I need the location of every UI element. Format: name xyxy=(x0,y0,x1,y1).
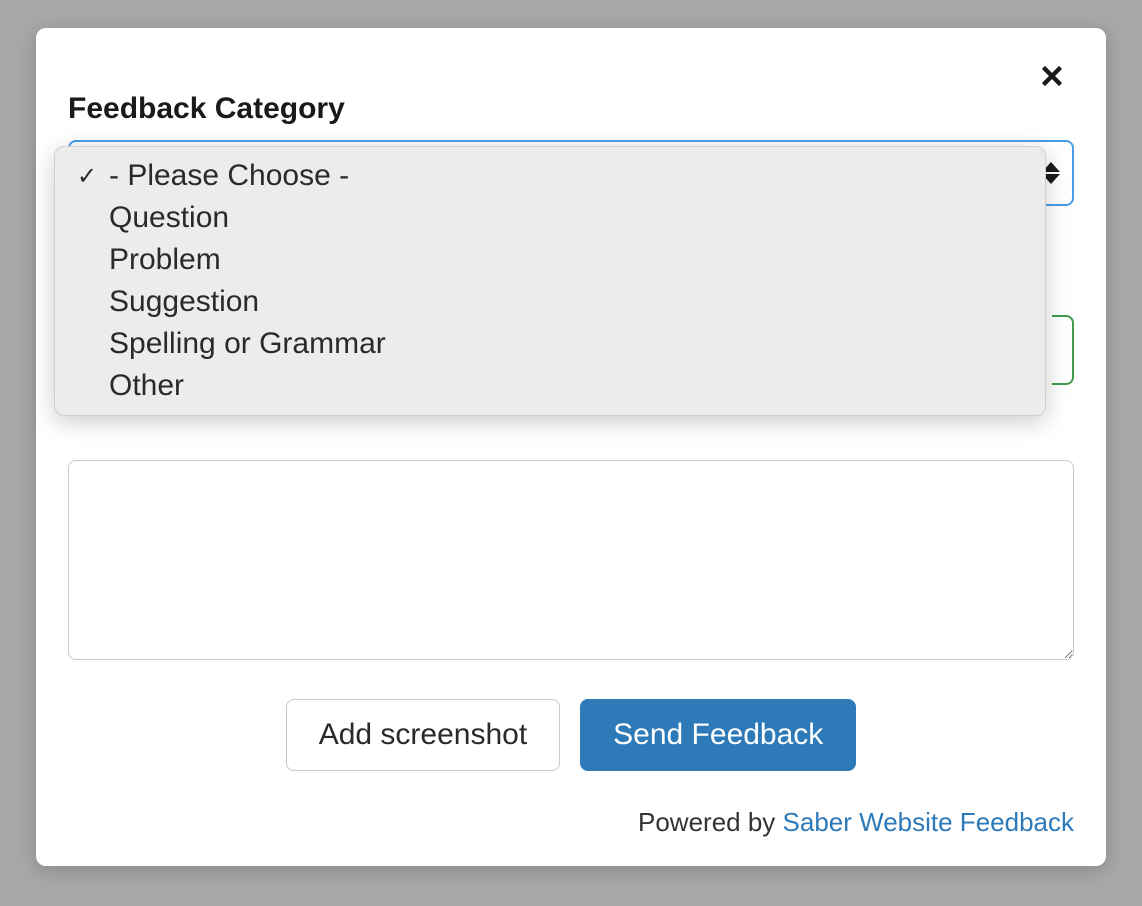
checkmark-icon: ✓ xyxy=(77,162,109,191)
category-dropdown: ✓ - Please Choose - Question Problem Sug… xyxy=(54,146,1046,416)
dropdown-option-label: - Please Choose - xyxy=(109,159,1025,193)
dropdown-option-label: Suggestion xyxy=(109,285,1025,319)
dropdown-option-problem[interactable]: Problem xyxy=(55,239,1045,281)
dropdown-option-label: Other xyxy=(109,369,1025,403)
dropdown-option-suggestion[interactable]: Suggestion xyxy=(55,281,1045,323)
category-label: Feedback Category xyxy=(68,92,1074,126)
close-button[interactable] xyxy=(1032,56,1072,96)
button-row: Add screenshot Send Feedback xyxy=(68,699,1074,771)
send-feedback-button[interactable]: Send Feedback xyxy=(580,699,856,771)
message-textarea[interactable] xyxy=(68,460,1074,660)
close-icon xyxy=(1037,61,1067,91)
message-wrapper xyxy=(68,460,1074,665)
dropdown-option-label: Question xyxy=(109,201,1025,235)
category-select-wrapper: ✓ - Please Choose - Question Problem Sug… xyxy=(68,140,1074,206)
dropdown-option-label: Spelling or Grammar xyxy=(109,327,1025,361)
saber-feedback-link[interactable]: Saber Website Feedback xyxy=(783,807,1074,837)
dropdown-option-question[interactable]: Question xyxy=(55,197,1045,239)
dropdown-option-label: Problem xyxy=(109,243,1025,277)
email-field-edge xyxy=(1052,315,1074,385)
feedback-modal: Feedback Category ✓ - Please Choose - Qu… xyxy=(36,28,1106,866)
dropdown-option-please-choose[interactable]: ✓ - Please Choose - xyxy=(55,155,1045,197)
dropdown-option-spelling[interactable]: Spelling or Grammar xyxy=(55,323,1045,365)
add-screenshot-button[interactable]: Add screenshot xyxy=(286,699,560,771)
powered-by-text: Powered by xyxy=(638,807,783,837)
footer: Powered by Saber Website Feedback xyxy=(68,807,1074,838)
dropdown-option-other[interactable]: Other xyxy=(55,365,1045,407)
